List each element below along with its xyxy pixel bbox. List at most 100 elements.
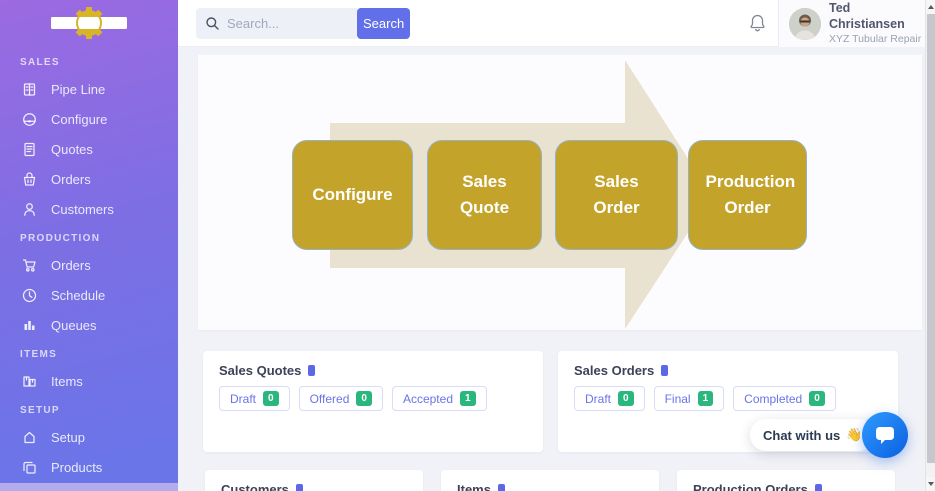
chip-offered[interactable]: Offered 0 <box>299 386 383 411</box>
chip-label: Completed <box>744 392 802 406</box>
chat-bubble-icon <box>875 426 895 445</box>
avatar <box>789 8 821 40</box>
clock-icon <box>22 288 37 303</box>
copy-icon <box>22 460 37 475</box>
notifications-bell-icon[interactable] <box>746 13 768 35</box>
sidebar-item-label: Schedule <box>51 288 105 303</box>
sidebar-item-products[interactable]: Products <box>0 452 178 482</box>
sidebar-item-orders[interactable]: Orders <box>0 164 178 194</box>
quote-document-icon <box>22 142 37 157</box>
status-badge: 1 <box>460 391 476 406</box>
chip-label: Draft <box>585 392 611 406</box>
chip-label: Offered <box>310 392 350 406</box>
sidebar-item-label: Orders <box>51 172 91 187</box>
sidebar-item-configure[interactable]: Configure <box>0 104 178 134</box>
scroll-down-arrow-icon[interactable] <box>926 477 935 491</box>
indigo-card-icon <box>498 484 505 491</box>
chip-label: Draft <box>230 392 256 406</box>
cart-icon <box>22 258 37 273</box>
chat-label: Chat with us <box>763 428 840 443</box>
chip-completed[interactable]: Completed 0 <box>733 386 836 411</box>
scroll-up-arrow-icon[interactable] <box>926 0 935 14</box>
flow-step-label: Sales Order <box>575 169 659 222</box>
indigo-card-icon <box>661 365 668 376</box>
customers-card: Customers <box>205 470 423 491</box>
sidebar-item-production-orders[interactable]: Orders <box>0 250 178 280</box>
vertical-scrollbar[interactable] <box>925 0 935 491</box>
status-badge: 0 <box>809 391 825 406</box>
chip-accepted[interactable]: Accepted 1 <box>392 386 487 411</box>
sidebar-item-label: Pipe Line <box>51 82 105 97</box>
nav-section-sales: SALES <box>0 48 178 74</box>
top-header: Search Ted Christiansen XYZ Tubular Repa… <box>178 0 925 47</box>
basket-icon <box>22 172 37 187</box>
status-badge: 0 <box>263 391 279 406</box>
app-window: SALES Pipe Line Configure Quotes Orders … <box>0 0 935 491</box>
sidebar-item-pipe-line[interactable]: Pipe Line <box>0 74 178 104</box>
search-box: Search <box>196 8 410 39</box>
status-badge: 0 <box>618 391 634 406</box>
chip-label: Accepted <box>403 392 453 406</box>
indigo-card-icon <box>308 365 315 376</box>
indigo-card-icon <box>815 484 822 491</box>
sidebar-item-quotes[interactable]: Quotes <box>0 134 178 164</box>
status-badge: 0 <box>356 391 372 406</box>
card-header: Sales Quotes <box>203 351 543 384</box>
flow-step-configure[interactable]: Configure <box>292 140 413 250</box>
waving-hand-emoji: 👋 <box>846 427 862 443</box>
sidebar-item-label: Products <box>51 460 102 475</box>
flow-step-production-order[interactable]: Production Order <box>688 140 807 250</box>
sidebar-item-label: Setup <box>51 430 85 445</box>
chip-draft[interactable]: Draft 0 <box>574 386 645 411</box>
flow-step-sales-order[interactable]: Sales Order <box>555 140 678 250</box>
sidebar-item-label: Quotes <box>51 142 93 157</box>
person-icon <box>22 202 37 217</box>
sidebar-item-label: Items <box>51 374 83 389</box>
chat-with-us-pill[interactable]: Chat with us 👋 <box>750 419 875 451</box>
gear-with-pipe-logo-icon <box>49 4 129 44</box>
logo-container[interactable] <box>0 0 178 48</box>
search-button[interactable]: Search <box>357 8 410 39</box>
nav-section-items: ITEMS <box>0 340 178 366</box>
chip-draft[interactable]: Draft 0 <box>219 386 290 411</box>
home-icon <box>22 430 37 445</box>
user-info: Ted Christiansen XYZ Tubular Repair <box>829 1 925 45</box>
card-header: Production Orders <box>677 470 895 491</box>
bar-chart-icon <box>22 318 37 333</box>
flow-step-label: Production Order <box>706 169 790 222</box>
configure-icon <box>22 112 37 127</box>
card-header: Items <box>441 470 659 491</box>
status-badge: 1 <box>698 391 714 406</box>
user-menu[interactable]: Ted Christiansen XYZ Tubular Repair <box>778 0 925 47</box>
card-title: Production Orders <box>693 482 808 491</box>
sidebar-item-label: Queues <box>51 318 97 333</box>
status-chip-row: Draft 0 Final 1 Completed 0 <box>558 384 898 413</box>
nav-section-production: PRODUCTION <box>0 224 178 250</box>
card-title: Sales Orders <box>574 363 654 378</box>
sidebar-item-setup[interactable]: Setup <box>0 422 178 452</box>
chip-final[interactable]: Final 1 <box>654 386 725 411</box>
sidebar-item-schedule[interactable]: Schedule <box>0 280 178 310</box>
sidebar-item-customers[interactable]: Customers <box>0 194 178 224</box>
scrollbar-thumb[interactable] <box>927 14 935 463</box>
sidebar: SALES Pipe Line Configure Quotes Orders … <box>0 0 178 491</box>
sidebar-bottom-strip <box>0 483 178 491</box>
card-title: Customers <box>221 482 289 491</box>
production-orders-card: Production Orders <box>677 470 895 491</box>
items-card: Items <box>441 470 659 491</box>
sales-quotes-card: Sales Quotes Draft 0 Offered 0 Accepted … <box>203 351 543 452</box>
flow-step-sales-quote[interactable]: Sales Quote <box>427 140 542 250</box>
card-title: Sales Quotes <box>219 363 301 378</box>
chip-label: Final <box>665 392 691 406</box>
flow-step-label: Sales Quote <box>443 169 527 222</box>
sidebar-item-queues[interactable]: Queues <box>0 310 178 340</box>
sidebar-item-label: Configure <box>51 112 107 127</box>
card-header: Customers <box>205 470 423 491</box>
nav-section-setup: SETUP <box>0 396 178 422</box>
chat-launcher-button[interactable] <box>862 412 908 458</box>
sidebar-item-items[interactable]: Items <box>0 366 178 396</box>
search-input[interactable] <box>196 8 357 39</box>
sidebar-nav: SALES Pipe Line Configure Quotes Orders … <box>0 48 178 482</box>
status-chip-row: Draft 0 Offered 0 Accepted 1 <box>203 384 543 413</box>
process-flow-panel: Configure Sales Quote Sales Order Produc… <box>198 55 922 330</box>
